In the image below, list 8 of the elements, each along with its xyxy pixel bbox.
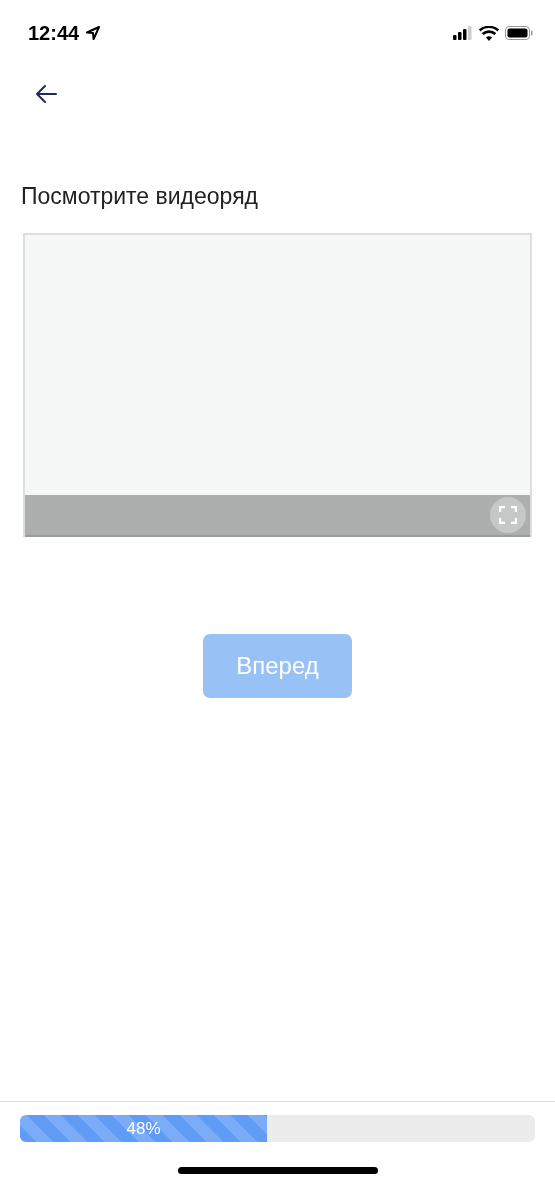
signal-icon [453, 26, 473, 40]
fullscreen-icon [499, 506, 517, 524]
page-title: Посмотрите видеоряд [21, 183, 260, 210]
location-arrow-icon [85, 25, 102, 41]
status-time: 12:44 [28, 21, 80, 45]
battery-icon [505, 26, 533, 40]
progress-label: 48% [126, 1118, 161, 1139]
wifi-icon [479, 25, 499, 41]
